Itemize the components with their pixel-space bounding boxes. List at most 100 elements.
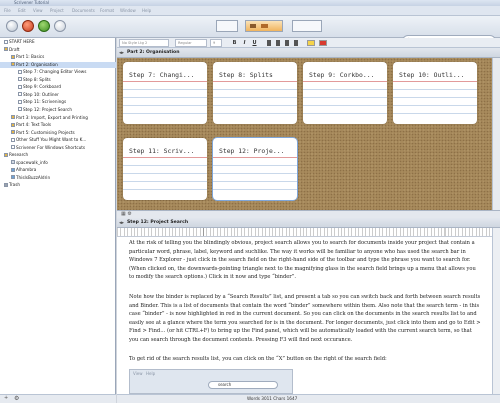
document-icon [18,99,22,104]
binder-item-label: Draft [9,46,20,52]
index-card[interactable]: Step 10: Outli... [393,62,477,124]
binder-item[interactable]: spacewalk_info [11,160,48,165]
binder-item[interactable]: Part 5: Customising Projects [11,130,75,135]
delete-button[interactable] [54,20,66,32]
binder-item[interactable]: Step 10: Outliner [18,92,59,97]
folder-icon [11,62,15,67]
menu-edit[interactable]: Edit [18,8,26,13]
binder-item-label: START HERE [9,39,35,44]
binder-item[interactable]: ThisIsBuzzAldrin [11,175,50,180]
ruler[interactable] [117,228,492,237]
binder-item[interactable]: START HERE [4,39,35,44]
trash-icon [4,182,8,187]
card-title-rule [213,81,297,82]
view-mode-switcher[interactable] [245,20,283,32]
binder-panel: START HERE Draft Part 1: Basics Part 2: Org… [0,38,116,403]
bold-button[interactable]: B [231,39,238,47]
font-select[interactable]: Regular [175,39,207,47]
font-size-select[interactable]: 9 [210,39,222,47]
index-card[interactable]: Step 9: Corkbo... [303,62,387,124]
binder-item[interactable]: Trash [4,182,20,187]
highlight-color-button[interactable] [307,40,315,46]
binder-item[interactable]: Step 9: Corkboard [18,84,61,89]
binder-item[interactable]: Alhambra [11,167,36,172]
binder-item-label: Part 2: Organisation [16,61,58,67]
status-bar: Words 3011 Chars 1647 [117,394,500,403]
binder-item[interactable]: Part 3: Import, Export and Printing [11,115,88,120]
italic-button[interactable]: I [241,39,248,47]
folder-icon [4,47,8,52]
binder-item-label: Other Stuff You Might Want to K... [16,137,87,143]
image-icon [11,175,15,180]
document-icon [18,77,22,82]
embedded-menu-view: View [133,371,143,376]
binder-item-label: Part 4: Text Tools [16,122,52,128]
binder-item[interactable]: Part 1: Basics [11,54,44,59]
underline-button[interactable]: U [251,39,258,47]
folder-icon [11,122,15,127]
binder-item[interactable]: Research [4,152,28,157]
add-item-button[interactable]: + [4,395,8,401]
embedded-search-field: search [208,381,278,389]
corkboard-scrollbar[interactable] [492,58,500,210]
index-card-title: Step 10: Outli... [399,71,465,79]
menu-window[interactable]: Window [120,8,136,13]
binder-item[interactable]: Step 8: Splits [18,77,51,82]
index-card-selected[interactable]: Step 12: Proje... [213,138,297,200]
binder-item-label: Step 12: Project Search [23,106,72,112]
view-options-icon[interactable]: ▦ ⚙ [121,211,132,217]
index-card[interactable]: Step 7: Changi... [123,62,207,124]
folder-icon [11,54,15,59]
binder-item[interactable]: Other Stuff You Might Want to K... [11,137,86,142]
add-document-button[interactable] [22,20,34,32]
document-icon [4,39,8,44]
binder-item[interactable]: Scrivener For Windows Shortcuts [11,145,85,150]
binder-item[interactable]: Step 11: Scrivenings [18,99,66,104]
menu-view[interactable]: View [33,8,43,13]
editor-paragraph-2: Note how the binder is replaced by a “Se… [129,294,481,343]
editor-title: Step 12: Project Search [127,220,189,225]
binder-item[interactable]: Step 7: Changing Editor Views [18,69,86,74]
menu-format[interactable]: Format [100,8,114,13]
corkboard-icon [250,24,256,28]
settings-gear-icon[interactable]: ⚙ [14,395,19,402]
binder-item-label: Step 11: Scrivenings [23,99,67,105]
corkboard-footer: ▦ ⚙ [117,210,500,218]
binder-item[interactable]: Draft [4,47,20,52]
binder-item-label: Step 9: Corkboard [23,84,61,90]
binder-item-label: Part 1: Basics [16,54,45,60]
document-icon [11,137,15,142]
menu-file[interactable]: File [4,8,11,13]
add-folder-button[interactable] [38,20,50,32]
goto-button[interactable] [216,20,238,32]
binder-item[interactable]: Part 4: Text Tools [11,122,51,127]
card-title-rule [123,81,207,82]
inspector-toggle-button[interactable] [292,20,322,32]
index-card[interactable]: Step 11: Scriv... [123,138,207,200]
word-count: Words 3011 Chars 1647 [247,396,298,401]
binder-toggle-button[interactable] [6,20,18,32]
binder-item[interactable]: Part 2: Organisation [11,62,58,67]
binder-item[interactable]: Step 12: Project Search [18,107,72,112]
binder-item-label: ThisIsBuzzAldrin [16,174,51,180]
nav-arrows-icon[interactable]: ◂▸ [119,220,124,226]
card-title-rule [303,81,387,82]
style-select[interactable]: No Style Ltg 2 [119,39,169,47]
menu-project[interactable]: Project [50,8,64,13]
binder-item-label: Research [9,152,29,158]
menu-documents[interactable]: Documents [72,8,95,13]
binder-item-label: Step 7: Changing Editor Views [23,69,87,75]
text-color-button[interactable] [319,40,327,46]
outliner-icon [261,24,268,28]
card-title-rule [213,157,297,158]
index-card-title: Step 9: Corkbo... [309,71,375,79]
menu-help[interactable]: Help [142,8,151,13]
nav-arrows-icon[interactable]: ◂▸ [119,50,124,56]
alignment-buttons[interactable] [267,40,301,46]
text-editor[interactable]: At the risk of telling you the blindingl… [117,237,492,394]
corkboard: Step 7: Changi... Step 8: Splits Step 9:… [117,58,492,210]
index-card[interactable]: Step 8: Splits [213,62,297,124]
folder-icon [11,115,15,119]
editor-scrollbar[interactable] [492,228,500,394]
menu-bar: File Edit View Project Documents Format … [0,6,500,16]
